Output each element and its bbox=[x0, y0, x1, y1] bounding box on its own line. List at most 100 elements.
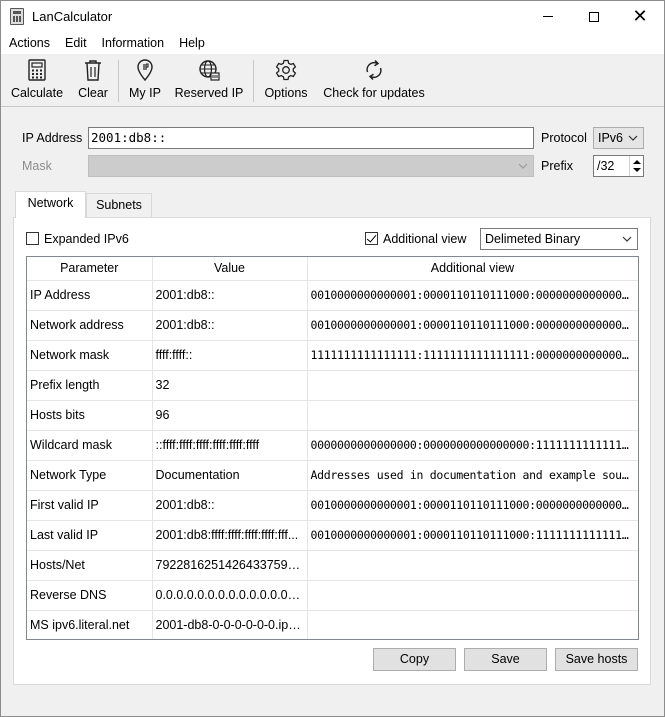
cell-additional-view: 1111111111111111:1111111111111111:000000… bbox=[307, 340, 638, 371]
cell-value: 2001:db8:ffff:ffff:ffff:ffff:fff... bbox=[152, 520, 308, 551]
minimize-button[interactable] bbox=[525, 1, 571, 32]
check-for-updates-button[interactable]: Check for updates bbox=[320, 58, 428, 104]
cell-additional-view bbox=[307, 580, 638, 611]
maximize-icon bbox=[589, 11, 599, 22]
cell-parameter: IP Address bbox=[27, 280, 153, 311]
tab-subnets[interactable]: Subnets bbox=[86, 193, 152, 217]
minimize-icon bbox=[543, 16, 553, 17]
cell-parameter: First valid IP bbox=[27, 490, 153, 521]
table-row[interactable]: IP Address 2001:db8:: 0010000000000001:000… bbox=[27, 280, 638, 311]
protocol-label: Protocol bbox=[541, 131, 587, 145]
menu-bar: Actions Edit Information Help bbox=[1, 32, 664, 54]
menu-help[interactable]: Help bbox=[173, 33, 211, 53]
save-button[interactable]: Save bbox=[464, 648, 547, 671]
clear-button[interactable]: Clear bbox=[75, 58, 111, 104]
cell-value: 2001:db8:: bbox=[152, 280, 308, 311]
results-table[interactable]: Parameter Value Additional view IP Addre… bbox=[26, 256, 639, 640]
table-row[interactable]: First valid IP 2001:db8:: 0010000000000001… bbox=[27, 490, 638, 521]
cell-parameter: MS ipv6.literal.net bbox=[27, 610, 153, 639]
save-hosts-button[interactable]: Save hosts bbox=[555, 648, 638, 671]
close-button[interactable]: ✕ bbox=[617, 1, 663, 32]
prefix-spin-buttons[interactable] bbox=[629, 156, 643, 176]
cell-value: ::ffff:ffff:ffff:ffff:ffff:ffff bbox=[152, 430, 308, 461]
ip-address-label: IP Address bbox=[22, 131, 83, 145]
table-header-row: Parameter Value Additional view bbox=[27, 257, 638, 281]
menu-edit[interactable]: Edit bbox=[59, 33, 93, 53]
options-button[interactable]: Options bbox=[262, 58, 310, 104]
maximize-button[interactable] bbox=[571, 1, 617, 32]
cell-additional-view bbox=[307, 400, 638, 431]
clear-label: Clear bbox=[78, 86, 108, 100]
ip-address-input[interactable]: 2001:db8:: bbox=[88, 127, 534, 149]
additional-view-label: Additional view bbox=[383, 232, 467, 246]
table-row[interactable]: Network mask ffff:ffff:: 1111111111111111:… bbox=[27, 340, 638, 371]
protocol-value: IPv6 bbox=[598, 131, 624, 145]
toolbar-separator bbox=[253, 60, 254, 102]
cell-value: 96 bbox=[152, 400, 308, 431]
options-label: Options bbox=[264, 86, 308, 100]
table-row[interactable]: Hosts bits 96 bbox=[27, 400, 638, 431]
reserved-ip-label: Reserved IP bbox=[174, 86, 244, 100]
calculate-button[interactable]: Calculate bbox=[10, 58, 64, 104]
prefix-label: Prefix bbox=[541, 159, 573, 173]
app-window: LanCalculator ✕ Actions Edit Information… bbox=[0, 0, 665, 717]
table-row[interactable]: Hosts/Net79228162514264337593543... bbox=[27, 550, 638, 581]
protocol-select[interactable]: IPv6 bbox=[593, 127, 644, 149]
spin-down-icon[interactable] bbox=[633, 168, 641, 172]
table-row[interactable]: Reverse DNS 0.0.0.0.0.0.0.0.0.0.0.0.0.0..… bbox=[27, 580, 638, 611]
table-row[interactable]: Last valid IP 2001:db8:ffff:ffff:ffff:fff… bbox=[27, 520, 638, 551]
cell-parameter: Network Type bbox=[27, 460, 153, 491]
copy-button[interactable]: Copy bbox=[373, 648, 456, 671]
cell-value: 2001:db8:: bbox=[152, 310, 308, 341]
cell-additional-view bbox=[307, 550, 638, 581]
expanded-ipv6-checkbox[interactable] bbox=[26, 232, 39, 245]
close-icon: ✕ bbox=[632, 5, 648, 27]
additional-view-mode: Delimeted Binary bbox=[485, 232, 581, 246]
cell-additional-view bbox=[307, 370, 638, 401]
cell-value: Documentation bbox=[152, 460, 308, 491]
table-row[interactable]: Network address 2001:db8:: 001000000000000… bbox=[27, 310, 638, 341]
cell-value: ffff:ffff:: bbox=[152, 340, 308, 371]
cell-parameter: Wildcard mask bbox=[27, 430, 153, 461]
column-header-additional-view[interactable]: Additional view bbox=[307, 257, 638, 281]
title-bar: LanCalculator ✕ bbox=[1, 1, 664, 32]
table-row[interactable]: Prefix length 32 bbox=[27, 370, 638, 401]
expanded-ipv6-label: Expanded IPv6 bbox=[44, 232, 129, 246]
window-title: LanCalculator bbox=[32, 9, 113, 24]
cell-additional-view: 0000000000000000:0000000000000000:111111… bbox=[307, 430, 638, 461]
table-row[interactable]: Network Type Documentation Addresses used … bbox=[27, 460, 638, 491]
cell-additional-view: 0010000000000001:0000110110111000:000000… bbox=[307, 490, 638, 521]
chevron-down-icon bbox=[622, 236, 632, 242]
cell-parameter: Hosts/Net bbox=[27, 550, 153, 581]
reserved-ip-button[interactable]: Reserved IP bbox=[174, 58, 244, 104]
my-ip-button[interactable]: My IP bbox=[126, 58, 164, 104]
calculate-label: Calculate bbox=[10, 86, 64, 100]
table-row[interactable]: MS ipv6.literal.net 2001-db8-0-0-0-0-0-0.… bbox=[27, 610, 638, 639]
cell-additional-view: 0010000000000001:0000110110111000:000000… bbox=[307, 310, 638, 341]
prefix-spinbox[interactable]: /32 bbox=[593, 155, 644, 177]
column-header-parameter[interactable]: Parameter bbox=[27, 257, 153, 281]
table-row[interactable]: Wildcard mask::ffff:ffff:ffff:ffff:ffff:… bbox=[27, 430, 638, 461]
check-for-updates-label: Check for updates bbox=[323, 86, 425, 100]
calculator-icon bbox=[28, 58, 46, 82]
cell-additional-view bbox=[307, 610, 638, 639]
column-header-value[interactable]: Value bbox=[152, 257, 308, 281]
chevron-down-icon bbox=[518, 163, 528, 169]
globe-network-icon bbox=[198, 58, 220, 82]
tab-network[interactable]: Network bbox=[15, 191, 86, 218]
spin-up-icon[interactable] bbox=[633, 160, 641, 164]
cell-value: 79228162514264337593543... bbox=[152, 550, 308, 581]
cell-additional-view: 0010000000000001:0000110110111000:000000… bbox=[307, 280, 638, 311]
additional-view-select[interactable]: Delimeted Binary bbox=[480, 228, 638, 250]
my-ip-label: My IP bbox=[129, 86, 161, 100]
toolbar: Calculate Clear My IP Reserved IP Option… bbox=[1, 54, 664, 107]
cell-value: 2001:db8:: bbox=[152, 490, 308, 521]
menu-information[interactable]: Information bbox=[96, 33, 171, 53]
toolbar-separator bbox=[118, 60, 119, 102]
menu-actions[interactable]: Actions bbox=[3, 33, 56, 53]
additional-view-checkbox[interactable] bbox=[365, 232, 378, 245]
cell-parameter: Reverse DNS bbox=[27, 580, 153, 611]
location-pin-icon bbox=[136, 58, 154, 82]
cell-parameter: Network address bbox=[27, 310, 153, 341]
mask-select[interactable] bbox=[88, 155, 534, 177]
